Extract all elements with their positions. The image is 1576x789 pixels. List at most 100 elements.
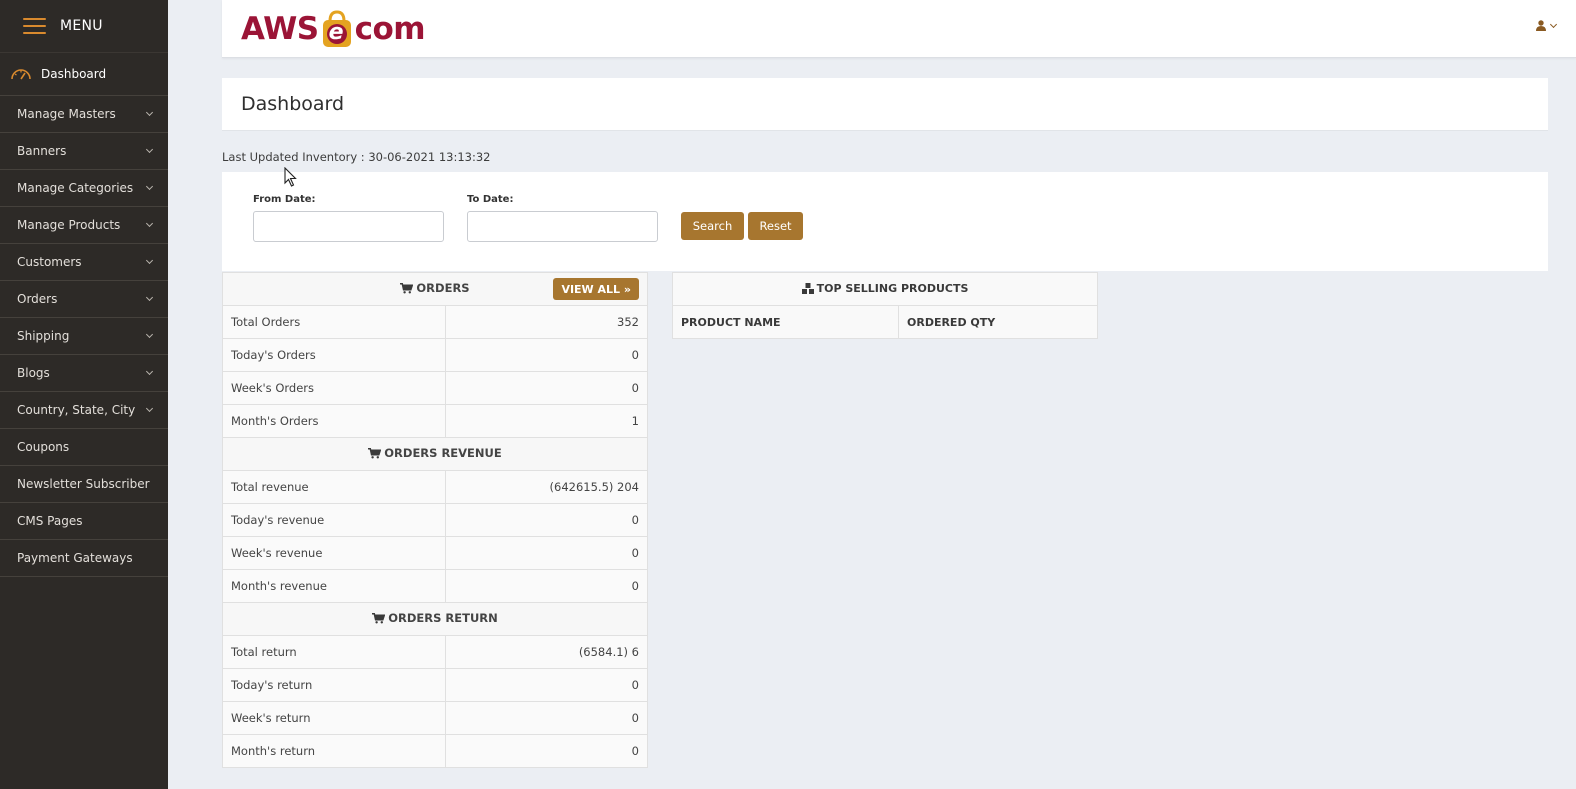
stat-value: 0 [445, 371, 648, 405]
speedometer-icon [10, 67, 32, 81]
logo-text-right: com [354, 11, 426, 47]
boxes-icon [801, 282, 814, 297]
sidebar-item-label: Banners [17, 144, 67, 158]
orders-heading-text: ORDERS [416, 281, 470, 295]
returns-section-heading: ORDERS RETURN [222, 602, 648, 636]
stat-value: 352 [445, 305, 648, 339]
stat-value: (642615.5) 204 [445, 470, 648, 504]
user-menu[interactable] [1536, 16, 1558, 35]
sidebar-item-dashboard[interactable]: Dashboard [0, 52, 168, 96]
revenue-heading-row: ORDERS REVENUE [222, 437, 648, 471]
table-row: Today's return 0 [222, 668, 648, 702]
logo-text-left: AWS [241, 11, 319, 47]
sidebar-item-orders[interactable]: Orders [0, 281, 168, 318]
top-selling-heading: TOP SELLING PRODUCTS [672, 272, 1098, 306]
table-row: Today's revenue 0 [222, 503, 648, 537]
sidebar-item-label: Payment Gateways [17, 551, 133, 565]
sidebar-item-manage-products[interactable]: Manage Products [0, 207, 168, 244]
sidebar: MENU Dashboard Manage Masters Banners Mana… [0, 0, 168, 789]
shopping-bag-icon: e [320, 10, 354, 48]
chevron-down-icon [1549, 20, 1558, 28]
reset-button[interactable]: Reset [748, 212, 803, 240]
page-title: Dashboard [241, 93, 345, 115]
sidebar-item-label: CMS Pages [17, 514, 83, 528]
orders-section-heading: ORDERS VIEW ALL » [222, 272, 648, 306]
to-date-input[interactable] [467, 211, 658, 242]
stat-label: Week's revenue [222, 536, 446, 570]
view-all-orders-button[interactable]: VIEW ALL » [553, 278, 639, 300]
sidebar-item-payment-gateways[interactable]: Payment Gateways [0, 540, 168, 577]
logo-text-mid: e [328, 20, 344, 45]
user-icon [1536, 16, 1546, 35]
stat-label: Total revenue [222, 470, 446, 504]
sidebar-item-label: Customers [17, 255, 82, 269]
column-header-ordered-qty: ORDERED QTY [898, 305, 1098, 339]
chevron-down-icon [145, 404, 154, 413]
table-row: Week's return 0 [222, 701, 648, 735]
from-date-label: From Date: [253, 194, 316, 205]
chevron-down-icon [145, 293, 154, 302]
sidebar-item-newsletter-subscriber[interactable]: Newsletter Subscriber [0, 466, 168, 503]
table-row: Total return (6584.1) 6 [222, 635, 648, 669]
chevron-down-icon [145, 330, 154, 339]
date-filter: From Date: To Date: Search Reset [222, 172, 1548, 271]
sidebar-item-label: Newsletter Subscriber [17, 477, 150, 491]
sidebar-item-country-state-city[interactable]: Country, State, City [0, 392, 168, 429]
table-row: Total revenue (642615.5) 204 [222, 470, 648, 504]
stat-label: Month's return [222, 734, 446, 768]
column-header-product-name: PRODUCT NAME [672, 305, 899, 339]
sidebar-item-cms-pages[interactable]: CMS Pages [0, 503, 168, 540]
orders-heading-row: ORDERS VIEW ALL » [222, 272, 648, 306]
stat-value: 0 [445, 503, 648, 537]
revenue-section-heading: ORDERS REVENUE [222, 437, 648, 471]
last-updated-text: Last Updated Inventory : 30-06-2021 13:1… [222, 150, 491, 164]
sidebar-item-label: Blogs [17, 366, 50, 380]
brand-logo[interactable]: AWS e com [241, 6, 426, 52]
sidebar-item-shipping[interactable]: Shipping [0, 318, 168, 355]
stat-label: Month's revenue [222, 569, 446, 603]
table-row: Month's return 0 [222, 734, 648, 768]
from-date-group: From Date: [253, 194, 444, 242]
chevron-down-icon [145, 219, 154, 228]
stat-value: 0 [445, 536, 648, 570]
stat-value: 0 [445, 569, 648, 603]
stat-label: Today's return [222, 668, 446, 702]
table-row: Month's Orders 1 [222, 404, 648, 438]
stat-label: Week's return [222, 701, 446, 735]
sidebar-item-label: Manage Masters [17, 107, 116, 121]
menu-header: MENU [0, 0, 168, 52]
stat-label: Today's Orders [222, 338, 446, 372]
chevron-down-icon [145, 256, 154, 265]
cart-icon [400, 283, 414, 297]
sidebar-item-label: Dashboard [41, 67, 107, 81]
chevron-down-icon [145, 145, 154, 154]
sidebar-item-manage-masters[interactable]: Manage Masters [0, 96, 168, 133]
chevron-down-icon [145, 108, 154, 117]
chevron-down-icon [145, 182, 154, 191]
sidebar-item-blogs[interactable]: Blogs [0, 355, 168, 392]
sidebar-item-label: Shipping [17, 329, 70, 343]
sidebar-item-banners[interactable]: Banners [0, 133, 168, 170]
stat-label: Week's Orders [222, 371, 446, 405]
sidebar-item-label: Orders [17, 292, 58, 306]
table-row: Total Orders 352 [222, 305, 648, 339]
page-title-card: Dashboard [222, 78, 1548, 131]
stat-label: Month's Orders [222, 404, 446, 438]
from-date-input[interactable] [253, 211, 444, 242]
table-row: Week's Orders 0 [222, 371, 648, 405]
cart-icon [372, 613, 386, 627]
sidebar-item-customers[interactable]: Customers [0, 244, 168, 281]
revenue-heading-text: ORDERS REVENUE [384, 446, 502, 460]
cart-icon [368, 448, 382, 462]
stat-value: 1 [445, 404, 648, 438]
chevron-down-icon [145, 367, 154, 376]
table-row: Today's Orders 0 [222, 338, 648, 372]
top-selling-heading-row: TOP SELLING PRODUCTS [672, 272, 1098, 306]
menu-label: MENU [60, 18, 103, 34]
sidebar-item-coupons[interactable]: Coupons [0, 429, 168, 466]
sidebar-item-manage-categories[interactable]: Manage Categories [0, 170, 168, 207]
top-bar: AWS e com [222, 0, 1576, 58]
search-button[interactable]: Search [681, 212, 744, 240]
stat-label: Total return [222, 635, 446, 669]
hamburger-menu-icon[interactable] [23, 18, 46, 34]
